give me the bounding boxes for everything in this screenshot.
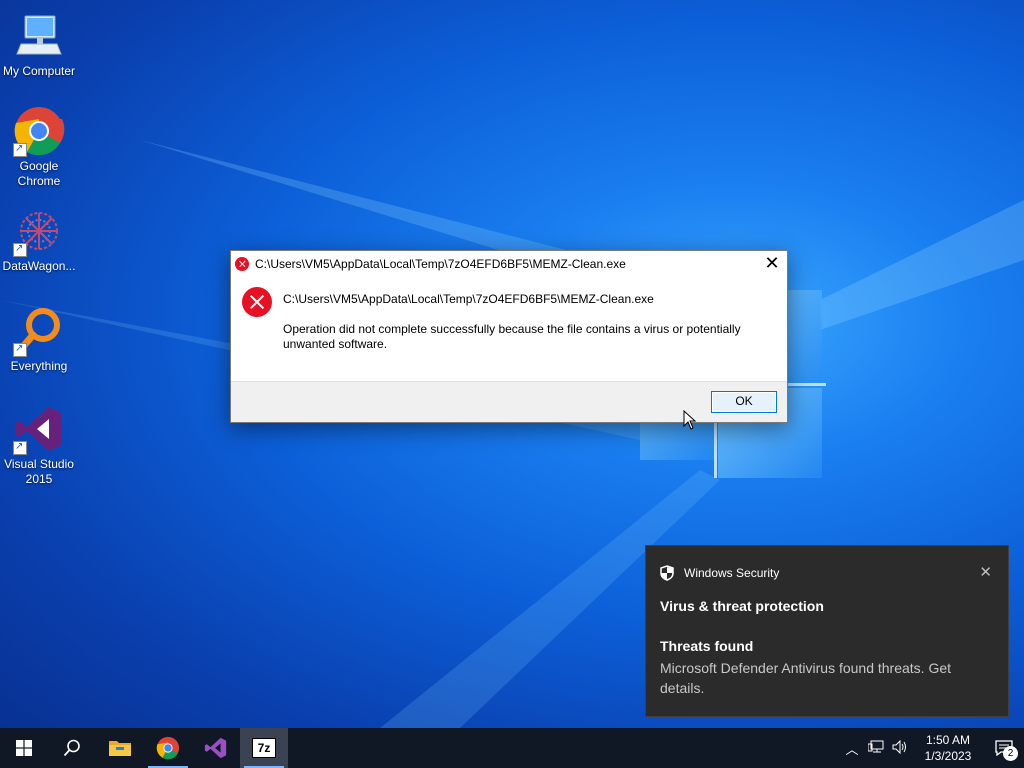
- computer-icon: [13, 10, 65, 62]
- desktop-icon-label: Visual Studio 2015: [4, 457, 74, 486]
- search-button[interactable]: [48, 728, 96, 768]
- desktop-icon-everything[interactable]: Everything: [0, 305, 78, 374]
- dialog-title-bar[interactable]: C:\Users\VM5\AppData\Local\Temp\7zO4EFD6…: [231, 251, 787, 277]
- shortcut-arrow-icon: [13, 439, 27, 455]
- start-button[interactable]: [0, 728, 48, 768]
- visual-studio-icon: [13, 403, 65, 455]
- dialog-message: Operation did not complete successfully …: [283, 322, 741, 351]
- file-explorer-icon: [109, 741, 131, 756]
- toast-heading: Virus & threat protection: [660, 598, 824, 614]
- error-dialog: C:\Users\VM5\AppData\Local\Temp\7zO4EFD6…: [230, 250, 788, 423]
- dialog-file-path: C:\Users\VM5\AppData\Local\Temp\7zO4EFD6…: [283, 292, 654, 306]
- taskbar: 7z ︿ 1:50 AM 1/3/2023 2: [0, 728, 1024, 768]
- taskbar-file-explorer[interactable]: [96, 728, 144, 768]
- clock-date: 1/3/2023: [924, 749, 972, 763]
- desktop-icon-my-computer[interactable]: My Computer: [0, 10, 78, 79]
- search-icon: [63, 739, 80, 757]
- close-button[interactable]: ✕: [757, 251, 787, 277]
- shield-icon: [660, 565, 674, 581]
- desktop-icon-datawagon[interactable]: DataWagon...: [0, 205, 78, 274]
- chevron-up-icon[interactable]: ︿: [840, 739, 864, 758]
- windows-security-notification[interactable]: Windows Security ✕ Virus & threat protec…: [645, 545, 1009, 717]
- ok-button[interactable]: OK: [711, 391, 777, 413]
- visual-studio-icon: [204, 737, 227, 759]
- datawagon-icon: [13, 205, 65, 257]
- clock[interactable]: 1:50 AM 1/3/2023: [912, 732, 984, 764]
- desktop-icon-label: My Computer: [2, 64, 76, 78]
- shortcut-arrow-icon: [13, 341, 27, 357]
- start-icon: [16, 740, 32, 756]
- system-tray: ︿ 1:50 AM 1/3/2023 2: [840, 728, 1024, 768]
- clock-time: 1:50 AM: [925, 733, 971, 747]
- shortcut-arrow-icon: [13, 241, 27, 257]
- 7zip-icon: 7z: [252, 738, 276, 758]
- toast-app-name: Windows Security: [684, 566, 780, 580]
- desktop-icon-label: DataWagon...: [2, 259, 76, 273]
- dialog-footer: OK: [231, 381, 787, 422]
- taskbar-visual-studio[interactable]: [192, 728, 240, 768]
- taskbar-chrome[interactable]: [144, 728, 192, 768]
- 7zip-label: 7z: [257, 741, 271, 755]
- dialog-title: C:\Users\VM5\AppData\Local\Temp\7zO4EFD6…: [255, 257, 626, 271]
- desktop-icon-label: Everything: [10, 359, 68, 373]
- chrome-icon: [13, 105, 65, 157]
- chrome-icon: [156, 736, 180, 760]
- taskbar-7zip[interactable]: 7z: [240, 728, 288, 768]
- mouse-cursor-icon: [683, 410, 697, 430]
- toast-title: Threats found: [660, 638, 754, 654]
- desktop-icon-google-chrome[interactable]: Google Chrome: [0, 105, 78, 189]
- toast-close-button[interactable]: ✕: [979, 563, 992, 581]
- toast-body: Microsoft Defender Antivirus found threa…: [660, 660, 952, 696]
- action-center-button[interactable]: 2: [984, 728, 1024, 768]
- network-icon[interactable]: [864, 740, 888, 757]
- desktop-icon-visual-studio[interactable]: Visual Studio 2015: [0, 403, 78, 487]
- error-icon: [235, 257, 249, 271]
- everything-search-icon: [13, 305, 65, 357]
- error-icon: [242, 287, 272, 317]
- volume-icon[interactable]: [888, 739, 912, 757]
- notification-count-badge: 2: [1003, 746, 1018, 761]
- dialog-body: C:\Users\VM5\AppData\Local\Temp\7zO4EFD6…: [231, 277, 787, 381]
- desktop-icon-label: Google Chrome: [17, 159, 61, 188]
- shortcut-arrow-icon: [13, 141, 27, 157]
- toast-app-header: Windows Security: [660, 565, 779, 581]
